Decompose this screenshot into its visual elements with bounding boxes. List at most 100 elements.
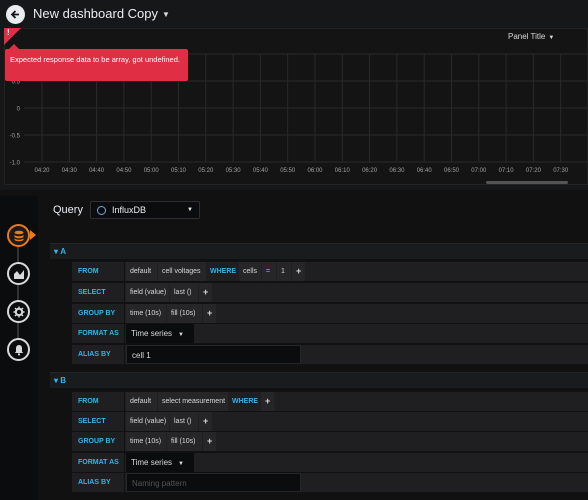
chart-icon — [13, 269, 24, 279]
alias-by-input[interactable]: Naming pattern — [126, 473, 301, 492]
where-operator[interactable]: = — [262, 262, 276, 281]
query-a-alias-row: ALIAS BY cell 1 — [72, 345, 588, 365]
where-label: WHERE — [206, 262, 238, 281]
x-tick-label: 07:30 — [553, 168, 569, 174]
query-a-ref: ▾ A — [54, 247, 67, 256]
chevron-down-icon: ▼ — [178, 332, 184, 338]
measurement-select[interactable]: select measurement — [158, 392, 228, 411]
query-b-select-row: SELECT field (value) last () + — [72, 412, 588, 432]
bell-icon — [14, 344, 23, 355]
x-tick-label: 06:40 — [417, 168, 433, 174]
x-tick-label: 05:30 — [226, 168, 242, 174]
x-tick-label: 06:30 — [389, 168, 405, 174]
x-tick-label: 07:20 — [526, 168, 542, 174]
query-b-from-row: FROM default select measurement WHERE + — [72, 392, 588, 412]
x-tick-label: 05:50 — [280, 168, 296, 174]
query-b-header[interactable]: ▾ B — [50, 372, 588, 388]
where-tag[interactable]: cells — [239, 262, 261, 281]
chevron-down-icon: ▼ — [178, 461, 184, 467]
select-function[interactable]: last () — [170, 283, 198, 302]
add-select-button[interactable]: + — [199, 283, 212, 302]
query-a-select-row: SELECT field (value) last () + — [72, 283, 588, 303]
query-ref-letter: B — [60, 376, 67, 385]
datasource-name: InfluxDB — [112, 205, 147, 215]
select-label: SELECT — [72, 412, 124, 431]
visualization-tab-button[interactable] — [7, 262, 30, 285]
alias-by-label: ALIAS BY — [72, 345, 124, 364]
query-b-ref: ▾ B — [54, 376, 67, 385]
retention-policy[interactable]: default — [126, 262, 157, 281]
database-icon — [14, 230, 23, 241]
add-group-by-button[interactable]: + — [203, 304, 216, 323]
alert-icon: ! — [7, 28, 10, 37]
y-tick-label: -0.5 — [10, 134, 21, 140]
row-bg — [125, 324, 588, 343]
general-tab-button[interactable] — [7, 300, 30, 323]
x-tick-label: 05:20 — [198, 168, 214, 174]
add-select-button[interactable]: + — [199, 412, 212, 431]
x-tick-label: 04:30 — [62, 168, 78, 174]
group-by-time[interactable]: time (10s) — [126, 304, 166, 323]
x-tick-label: 04:40 — [89, 168, 105, 174]
x-tick-label: 05:10 — [171, 168, 187, 174]
measurement-select[interactable]: cell voltages — [158, 262, 206, 281]
from-label: FROM — [72, 392, 124, 411]
group-by-fill[interactable]: fill (10s) — [167, 432, 202, 451]
select-field[interactable]: field (value) — [126, 412, 169, 431]
queries-tab-button[interactable] — [7, 224, 30, 247]
select-field[interactable]: field (value) — [126, 283, 169, 302]
gear-icon — [13, 306, 24, 317]
chevron-down-icon: ▼ — [187, 207, 193, 213]
select-label: SELECT — [72, 283, 124, 302]
x-tick-label: 05:00 — [144, 168, 160, 174]
query-heading: Query — [53, 204, 83, 216]
query-a-groupby-row: GROUP BY time (10s) fill (10s) + — [72, 304, 588, 324]
format-as-select[interactable]: Time series ▼ — [126, 453, 194, 472]
group-by-label: GROUP BY — [72, 304, 124, 323]
query-a-format-row: FORMAT AS Time series ▼ — [72, 324, 588, 344]
active-tab-arrow — [30, 230, 36, 240]
query-a-header[interactable]: ▾ A — [50, 243, 588, 259]
alert-tab-button[interactable] — [7, 338, 30, 361]
x-tick-label: 06:00 — [307, 168, 323, 174]
where-label: WHERE — [228, 392, 260, 411]
influxdb-icon — [97, 205, 106, 215]
panel-title-text: Panel Title — [508, 32, 546, 41]
x-tick-label: 07:10 — [499, 168, 515, 174]
panel-graph: 1.00.50-0.5-1.004:2004:3004:4004:5005:00… — [10, 53, 588, 184]
where-value[interactable]: 1 — [277, 262, 291, 281]
alias-by-label: ALIAS BY — [72, 473, 124, 492]
group-by-label: GROUP BY — [72, 432, 124, 451]
x-tick-label: 06:50 — [444, 168, 460, 174]
x-tick-label: 05:40 — [253, 168, 269, 174]
query-a-from-row: FROM default cell voltages WHERE cells =… — [72, 262, 588, 282]
retention-policy[interactable]: default — [126, 392, 157, 411]
select-function[interactable]: last () — [170, 412, 198, 431]
x-tick-label: 04:20 — [34, 168, 50, 174]
horizontal-scrollbar[interactable] — [486, 181, 568, 184]
add-where-button[interactable]: + — [261, 392, 274, 411]
format-as-value: Time series — [131, 329, 173, 338]
from-label: FROM — [72, 262, 124, 281]
group-by-fill[interactable]: fill (10s) — [167, 304, 202, 323]
rail-divider — [17, 236, 19, 348]
group-by-time[interactable]: time (10s) — [126, 432, 166, 451]
y-tick-label: -1.0 — [10, 161, 21, 167]
format-as-value: Time series — [131, 458, 173, 467]
alias-by-input[interactable]: cell 1 — [126, 345, 301, 364]
x-tick-label: 06:10 — [335, 168, 351, 174]
row-bg — [125, 453, 588, 472]
add-group-by-button[interactable]: + — [203, 432, 216, 451]
query-b-format-row: FORMAT AS Time series ▼ — [72, 453, 588, 473]
panel-title[interactable]: Panel Title ▼ — [508, 32, 554, 41]
chevron-down-icon: ▼ — [548, 35, 555, 41]
query-ref-letter: A — [60, 247, 67, 256]
x-tick-label: 04:50 — [116, 168, 132, 174]
error-tooltip: Expected response data to be array, got … — [5, 44, 188, 81]
y-tick-label: 0 — [17, 107, 21, 113]
format-as-label: FORMAT AS — [72, 324, 124, 343]
format-as-select[interactable]: Time series ▼ — [126, 324, 194, 343]
add-where-button[interactable]: + — [292, 262, 305, 281]
format-as-label: FORMAT AS — [72, 453, 124, 472]
datasource-select[interactable]: InfluxDB ▼ — [90, 201, 200, 219]
